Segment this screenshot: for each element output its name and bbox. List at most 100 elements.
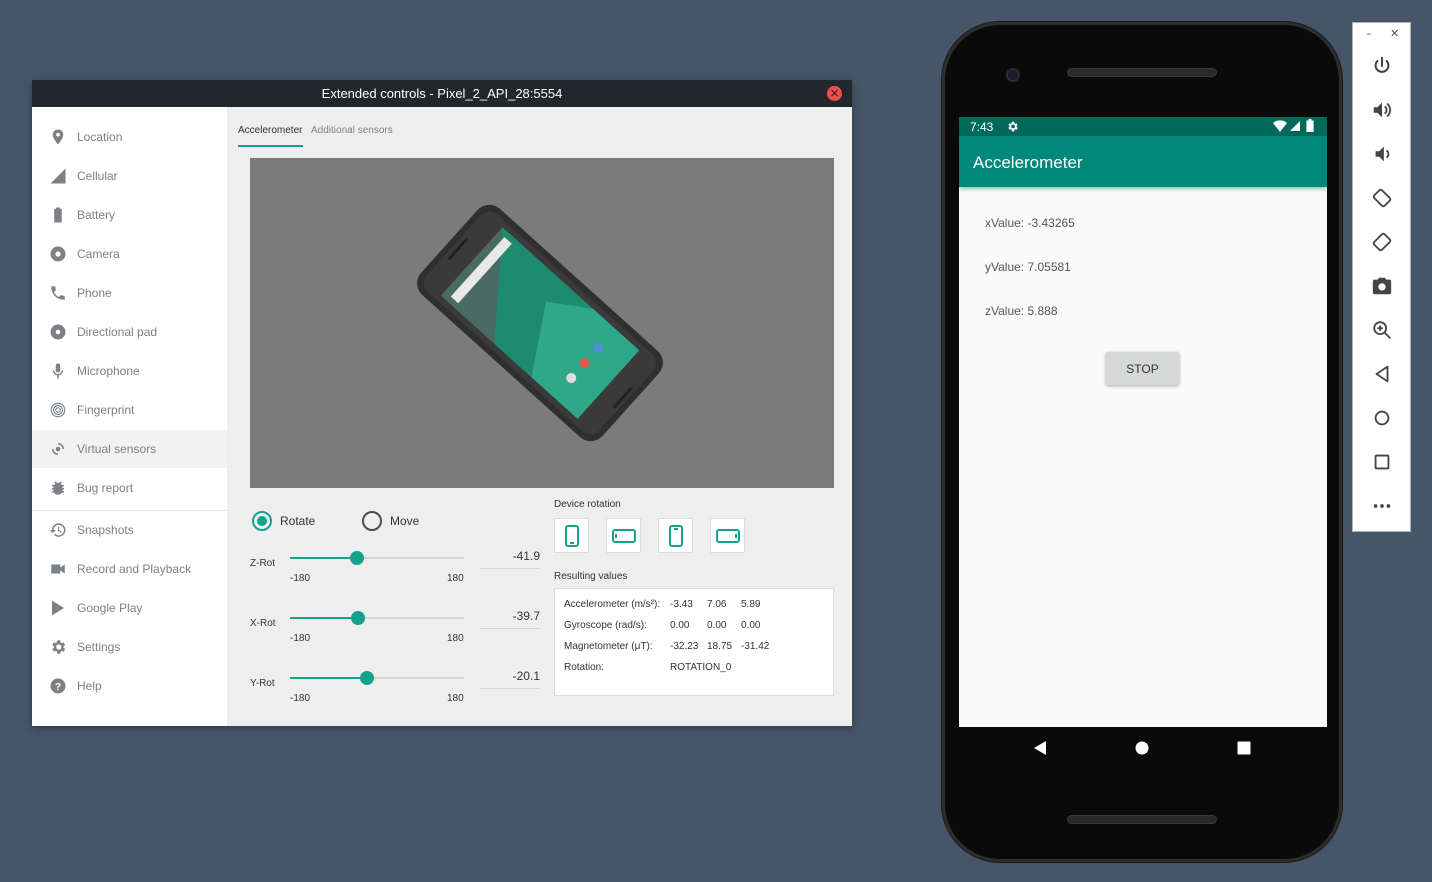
sidebar-item-phone[interactable]: Phone xyxy=(32,274,227,312)
sidebar-item-label: Bug report xyxy=(77,481,134,495)
z-value-text: zValue: 5.888 xyxy=(985,304,1058,318)
sidebar-item-label: Google Play xyxy=(77,601,143,615)
slider-label: Z-Rot xyxy=(250,558,275,569)
virtual-sensors-panel: Accelerometer Additional sensors Rotate … xyxy=(227,107,852,726)
rotate-right-button[interactable] xyxy=(1369,229,1395,255)
result-label: Magnetometer (μT): xyxy=(564,641,653,652)
power-button[interactable] xyxy=(1369,53,1395,79)
battery-icon xyxy=(49,206,67,224)
sidebar-item-label: Record and Playback xyxy=(77,562,192,576)
slider-value[interactable]: -39.7 xyxy=(480,609,540,623)
z-rot-slider[interactable] xyxy=(290,551,464,565)
result-label: Accelerometer (m/s²): xyxy=(564,599,661,610)
sidebar-item-location[interactable]: Location xyxy=(32,118,227,156)
slider-value-underline xyxy=(480,568,540,569)
slider-max: 180 xyxy=(447,693,464,704)
sidebar-item-help[interactable]: ? Help xyxy=(32,667,227,705)
sidebar-item-google-play[interactable]: Google Play xyxy=(32,589,227,627)
close-icon[interactable]: × xyxy=(827,86,842,101)
window-titlebar[interactable]: Extended controls - Pixel_2_API_28:5554 … xyxy=(32,80,852,107)
nav-overview-icon[interactable] xyxy=(1237,741,1251,755)
emulator-toolbar: – ✕ xyxy=(1352,22,1411,532)
slider-value-underline xyxy=(480,628,540,629)
portrait-icon xyxy=(564,524,579,547)
volume-up-icon xyxy=(1373,102,1391,118)
tab-additional-sensors[interactable]: Additional sensors xyxy=(311,125,393,136)
device-3d-model xyxy=(417,204,663,442)
zoom-button[interactable] xyxy=(1369,317,1395,343)
status-time: 7:43 xyxy=(970,120,994,134)
close-icon[interactable]: ✕ xyxy=(1390,27,1399,40)
phone-screen[interactable]: 7:43 Accelerometer xValue: -3.43265 yVal… xyxy=(959,117,1327,727)
sidebar-item-settings[interactable]: Settings xyxy=(32,628,227,666)
reverse-portrait-icon xyxy=(668,524,683,547)
nav-back-icon[interactable] xyxy=(1032,740,1048,756)
sidebar-item-label: Phone xyxy=(77,286,112,300)
sidebar-item-microphone[interactable]: Microphone xyxy=(32,352,227,390)
sidebar-item-snapshots[interactable]: Snapshots xyxy=(32,511,227,549)
result-value: -31.42 xyxy=(741,641,770,652)
slider-value[interactable]: -20.1 xyxy=(480,669,540,683)
slider-thumb[interactable] xyxy=(351,611,365,625)
sidebar-item-label: Help xyxy=(77,679,102,693)
front-camera xyxy=(1006,68,1020,82)
reverse-landscape-icon xyxy=(715,528,740,543)
device-3d-viewport[interactable] xyxy=(250,158,834,488)
stop-button[interactable]: STOP xyxy=(1106,352,1179,385)
fingerprint-icon xyxy=(49,401,67,419)
volume-up-button[interactable] xyxy=(1369,97,1395,123)
slider-max: 180 xyxy=(447,633,464,644)
result-label: Gyroscope (rad/s): xyxy=(564,620,647,631)
slider-value[interactable]: -41.9 xyxy=(480,549,540,563)
slider-max: 180 xyxy=(447,573,464,584)
result-value: 0.00 xyxy=(707,620,727,631)
rotate-landscape-button[interactable] xyxy=(606,518,641,553)
sidebar-item-camera[interactable]: Camera xyxy=(32,235,227,273)
virtual-sensors-icon xyxy=(49,440,67,458)
camera-aperture-icon xyxy=(49,245,67,263)
rotate-left-button[interactable] xyxy=(1369,185,1395,211)
screenshot-button[interactable] xyxy=(1369,273,1395,299)
sidebar-item-bug-report[interactable]: Bug report xyxy=(32,469,227,507)
extended-controls-window: Extended controls - Pixel_2_API_28:5554 … xyxy=(32,80,852,726)
rotate-reverse-landscape-button[interactable] xyxy=(710,518,745,553)
top-speaker xyxy=(1067,68,1217,77)
phone-icon xyxy=(49,284,67,302)
slider-thumb[interactable] xyxy=(350,551,364,565)
bug-icon xyxy=(49,479,67,497)
gear-icon xyxy=(49,638,67,656)
x-rot-slider[interactable] xyxy=(290,611,464,625)
minimize-icon[interactable]: – xyxy=(1366,27,1372,40)
sidebar-item-virtual-sensors[interactable]: Virtual sensors xyxy=(32,430,227,468)
home-button[interactable] xyxy=(1369,405,1395,431)
resulting-values-label: Resulting values xyxy=(554,571,628,582)
sidebar-item-record-and-playback[interactable]: Record and Playback xyxy=(32,550,227,588)
result-value: 18.75 xyxy=(707,641,733,652)
sidebar-item-directional-pad[interactable]: Directional pad xyxy=(32,313,227,351)
result-value: 0.00 xyxy=(741,620,761,631)
overview-button[interactable] xyxy=(1369,449,1395,475)
rotate-radio[interactable] xyxy=(252,511,272,531)
sidebar-item-cellular[interactable]: Cellular xyxy=(32,157,227,195)
volume-down-button[interactable] xyxy=(1369,141,1395,167)
move-label: Move xyxy=(390,514,420,528)
back-button[interactable] xyxy=(1369,361,1395,387)
nav-home-icon[interactable] xyxy=(1135,741,1149,755)
more-button[interactable] xyxy=(1369,493,1395,519)
tab-accelerometer[interactable]: Accelerometer xyxy=(238,125,302,136)
google-play-icon xyxy=(49,599,67,617)
sidebar-item-fingerprint[interactable]: Fingerprint xyxy=(32,391,227,429)
result-value: -32.23 xyxy=(670,641,699,652)
landscape-icon xyxy=(611,528,636,543)
sidebar-item-label: Microphone xyxy=(77,364,140,378)
app-bar: Accelerometer xyxy=(959,136,1327,187)
rotate-portrait-button[interactable] xyxy=(554,518,589,553)
y-value-text: yValue: 7.05581 xyxy=(985,260,1071,274)
y-rot-slider[interactable] xyxy=(290,671,464,685)
sidebar-item-battery[interactable]: Battery xyxy=(32,196,227,234)
sidebar-item-label: Directional pad xyxy=(77,325,158,339)
move-radio[interactable] xyxy=(362,511,382,531)
slider-thumb[interactable] xyxy=(360,671,374,685)
overview-icon xyxy=(1374,454,1390,470)
rotate-reverse-portrait-button[interactable] xyxy=(658,518,693,553)
